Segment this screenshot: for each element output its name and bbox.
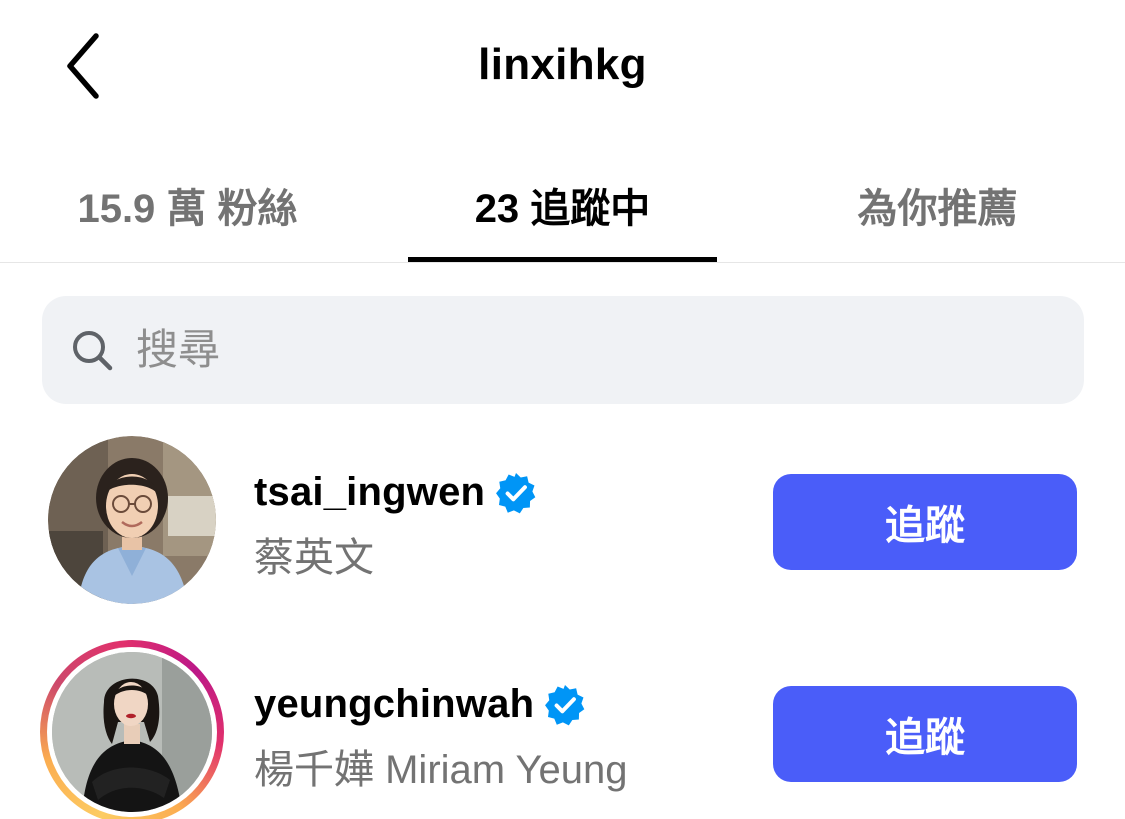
full-name: 蔡英文 — [254, 536, 374, 580]
page-title: linxihkg — [478, 40, 647, 89]
following-screen: linxihkg 15.9 萬 粉絲 23 追蹤中 為你推薦 搜尋 tsai_i… — [0, 0, 1125, 819]
avatar[interactable] — [40, 428, 224, 612]
search-input[interactable] — [136, 326, 996, 374]
avatar-story-ring[interactable] — [40, 640, 224, 819]
follow-button[interactable]: 追蹤 — [773, 686, 1077, 782]
list-item[interactable]: yeungchinwah 楊千嬅 Miriam Yeung 追蹤 — [0, 632, 1125, 819]
tab-suggested[interactable]: 為你推薦 — [750, 160, 1125, 264]
username[interactable]: tsai_ingwen — [254, 470, 485, 515]
full-name: 楊千嬅 Miriam Yeung — [254, 748, 628, 792]
tab-following[interactable]: 23 追蹤中 — [375, 160, 750, 264]
divider — [0, 262, 1125, 263]
verified-badge-icon — [496, 472, 536, 513]
tab-bar: 15.9 萬 粉絲 23 追蹤中 為你推薦 — [0, 160, 1125, 264]
search-bar[interactable] — [42, 296, 1084, 404]
tab-followers[interactable]: 15.9 萬 粉絲 — [0, 160, 375, 264]
username[interactable]: yeungchinwah — [254, 682, 534, 727]
profile-photo — [52, 652, 212, 812]
list-item[interactable]: tsai_ingwen 蔡英文 追蹤 — [0, 420, 1125, 620]
profile-photo — [48, 436, 216, 604]
verified-badge-icon — [545, 684, 585, 725]
search-icon — [73, 331, 113, 371]
follow-button[interactable]: 追蹤 — [773, 474, 1077, 570]
